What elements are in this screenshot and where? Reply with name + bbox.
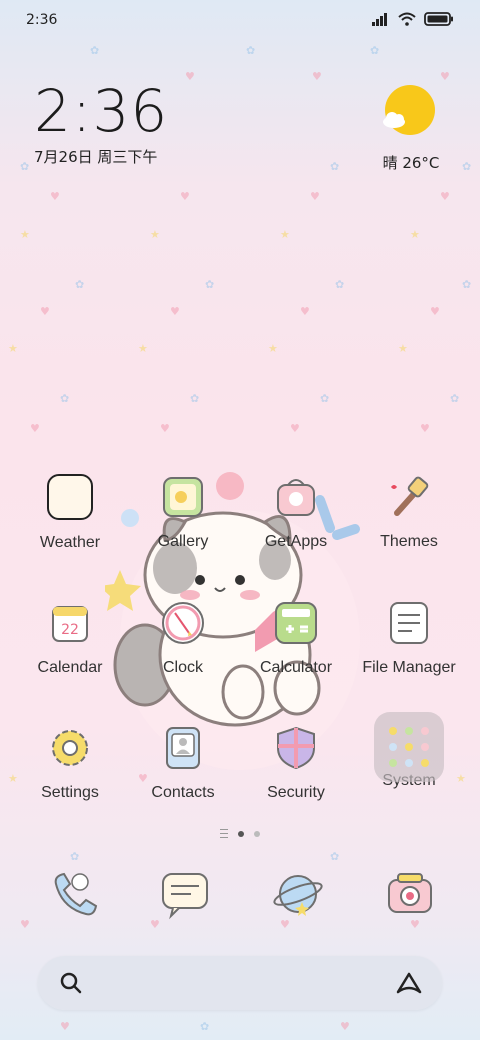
app-label: File Manager — [362, 659, 456, 676]
app-settings[interactable]: Settings — [14, 724, 126, 802]
app-system-folder[interactable]: System — [353, 712, 465, 790]
search-bar[interactable] — [38, 956, 442, 1010]
app-file-manager[interactable]: File Manager — [353, 599, 465, 677]
widget-date: 7月26日 周三下午 — [34, 148, 158, 166]
sunny-icon — [383, 85, 435, 135]
app-label: GetApps — [264, 533, 328, 550]
app-label: Gallery — [157, 533, 209, 550]
calculator-icon — [272, 599, 320, 647]
status-time: 2:36 — [26, 12, 58, 28]
app-label: Weather — [39, 534, 101, 551]
app-calculator[interactable]: Calculator — [240, 599, 352, 677]
weather-text: 晴 26°C — [382, 154, 440, 172]
app-label: Settings — [41, 784, 99, 801]
app-gallery[interactable]: Gallery — [127, 473, 239, 551]
battery-icon — [424, 12, 453, 26]
search-icon — [60, 972, 82, 994]
app-label: Security — [267, 784, 325, 801]
security-icon — [272, 724, 320, 772]
page-dot[interactable] — [254, 830, 260, 837]
status-icons — [372, 12, 454, 26]
page-indicator — [0, 829, 480, 838]
app-themes[interactable]: Themes — [353, 473, 465, 551]
getapps-icon — [272, 473, 320, 521]
assistant-icon[interactable] — [394, 970, 424, 996]
settings-icon — [46, 724, 94, 772]
contacts-icon — [159, 724, 207, 772]
app-label: Calendar — [37, 659, 103, 676]
weather-widget[interactable]: 晴 26°C — [376, 84, 446, 173]
widget-time: 2:36 — [34, 77, 169, 145]
app-calendar[interactable]: 22 Calendar — [14, 599, 126, 677]
file-manager-icon — [385, 599, 433, 647]
dock-phone[interactable] — [46, 868, 98, 920]
messages-icon — [162, 873, 208, 920]
page-dot-active[interactable] — [238, 830, 244, 837]
clock-icon — [159, 599, 207, 647]
dock — [0, 868, 480, 924]
clock-widget[interactable]: 2:36 7月26日 周三下午 — [34, 80, 168, 167]
app-label: Themes — [380, 533, 438, 550]
app-label: Clock — [162, 659, 203, 676]
app-getapps[interactable]: GetApps — [240, 473, 352, 551]
system-folder-icon — [374, 712, 444, 782]
signal-icon — [372, 13, 387, 26]
dock-messages[interactable] — [159, 868, 211, 920]
weather-icon — [46, 474, 94, 522]
menu-lines-icon — [220, 829, 228, 838]
browser-icon — [273, 875, 323, 916]
app-weather[interactable]: Weather — [14, 473, 126, 552]
wifi-icon — [398, 12, 416, 26]
app-security[interactable]: Security — [240, 724, 352, 802]
dock-camera[interactable] — [384, 868, 436, 920]
camera-icon — [388, 873, 432, 913]
themes-icon — [385, 473, 433, 521]
app-contacts[interactable]: Contacts — [127, 724, 239, 802]
phone-icon — [54, 872, 98, 916]
calendar-day: 22 — [61, 622, 79, 638]
calendar-icon: 22 — [46, 599, 94, 647]
app-label: Calculator — [259, 659, 333, 676]
dock-browser[interactable] — [272, 868, 324, 920]
app-clock[interactable]: Clock — [127, 599, 239, 677]
gallery-icon — [159, 473, 207, 521]
status-bar: 2:36 — [0, 0, 480, 40]
app-label: Contacts — [151, 784, 215, 801]
